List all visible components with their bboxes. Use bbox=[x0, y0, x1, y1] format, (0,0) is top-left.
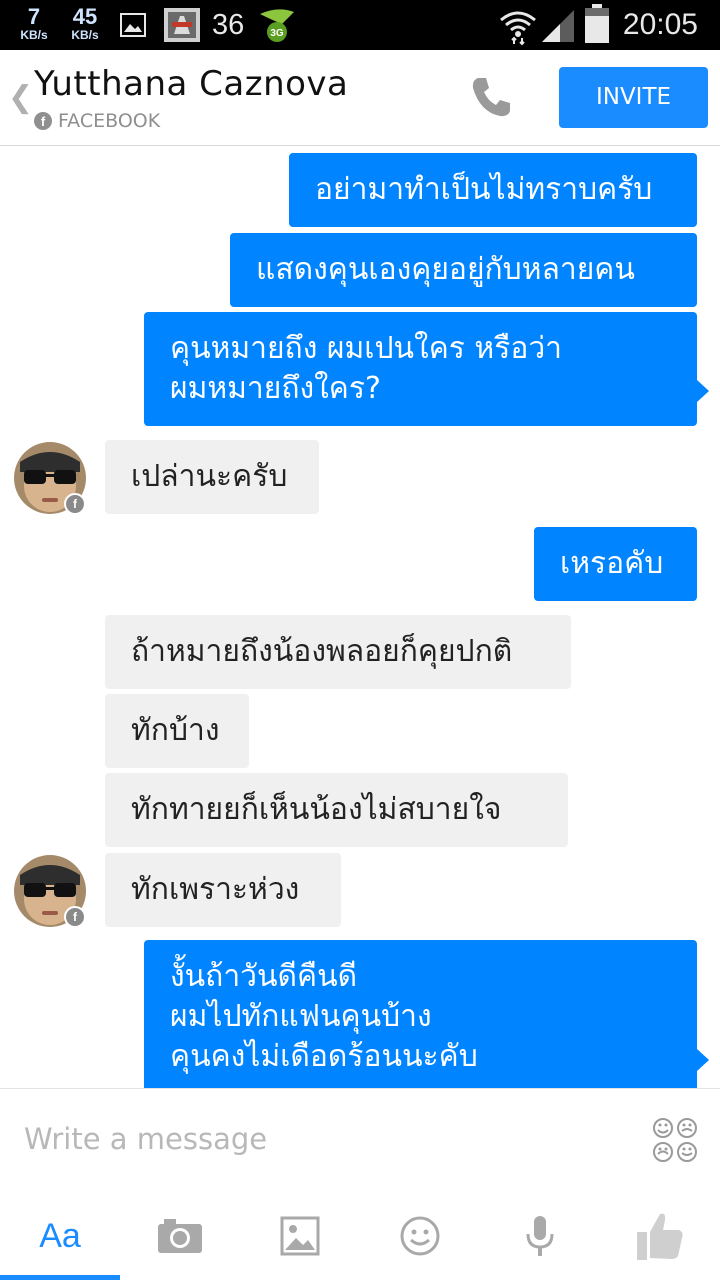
invite-button[interactable]: INVITE bbox=[559, 67, 708, 128]
message-input[interactable] bbox=[24, 1117, 624, 1161]
composer-toolbar: Aa bbox=[0, 1196, 720, 1280]
contact-source-label: FACEBOOK bbox=[58, 110, 161, 132]
notification-count: 36 bbox=[212, 9, 245, 41]
composer bbox=[0, 1088, 720, 1196]
incoming-message[interactable]: ถ้าหมายถึงน้องพลอยก็คุยปกติ bbox=[105, 615, 571, 689]
incoming-message[interactable]: ทักบ้าง bbox=[105, 694, 249, 768]
message-list[interactable]: อย่ามาทำเป็นไม่ทราบครับ แสดงคุนเองคุยอยู… bbox=[0, 146, 720, 1088]
emoji-button[interactable] bbox=[360, 1196, 480, 1276]
like-button[interactable] bbox=[600, 1196, 720, 1276]
bubble-tail bbox=[697, 380, 709, 402]
text-tab[interactable]: Aa bbox=[0, 1196, 120, 1276]
camera-button[interactable] bbox=[120, 1196, 240, 1276]
gallery-button[interactable] bbox=[240, 1196, 360, 1276]
wifi-icon bbox=[500, 11, 536, 46]
active-tab-indicator bbox=[0, 1275, 120, 1280]
camera-icon bbox=[158, 1219, 202, 1253]
download-speed: 7 KB/s bbox=[14, 4, 54, 42]
svg-text:3G: 3G bbox=[270, 28, 284, 39]
text-tab-label: Aa bbox=[39, 1216, 81, 1255]
microphone-icon bbox=[526, 1216, 554, 1256]
gallery-icon bbox=[280, 1216, 320, 1256]
outgoing-message[interactable]: งั้นถ้าวันดีคืนดี ผมไปทักแฟนคุนบ้าง คุนค… bbox=[144, 940, 697, 1088]
3g-icon: 3G bbox=[260, 9, 294, 42]
outgoing-message[interactable]: แสดงคุนเองคุยอยู่กับหลายคน bbox=[230, 233, 697, 307]
facebook-badge-icon: f bbox=[64, 906, 86, 928]
emoji-icon bbox=[400, 1216, 440, 1256]
clock: 20:05 bbox=[622, 8, 698, 41]
facebook-icon: f bbox=[34, 112, 52, 130]
image-icon bbox=[120, 13, 146, 37]
like-icon bbox=[637, 1213, 683, 1260]
microphone-button[interactable] bbox=[480, 1196, 600, 1276]
download-speed-unit: KB/s bbox=[20, 28, 48, 42]
battery-icon bbox=[585, 4, 609, 43]
incoming-message[interactable]: ทักเพราะห่วง bbox=[105, 853, 341, 927]
outgoing-message[interactable]: เหรอคับ bbox=[534, 527, 697, 601]
outgoing-message[interactable]: คุนหมายถึง ผมเปนใคร หรือว่า ผมหมายถึงใคร… bbox=[144, 312, 697, 426]
outgoing-message[interactable]: อย่ามาทำเป็นไม่ทราบครับ bbox=[289, 153, 697, 227]
upload-speed-unit: KB/s bbox=[71, 28, 99, 42]
sticker-icon[interactable] bbox=[652, 1117, 698, 1163]
download-speed-value: 7 bbox=[27, 4, 41, 29]
phone-call-icon[interactable] bbox=[468, 74, 514, 120]
upload-speed: 45 KB/s bbox=[64, 4, 106, 42]
signal-icon bbox=[542, 10, 574, 42]
app-notification-icon bbox=[164, 8, 200, 42]
bubble-tail bbox=[697, 1049, 709, 1071]
incoming-message[interactable]: ทักทายยก็เห็นน้องไม่สบายใจ bbox=[105, 773, 568, 847]
facebook-badge-icon: f bbox=[64, 493, 86, 515]
incoming-message[interactable]: เปล่านะครับ bbox=[105, 440, 319, 514]
upload-speed-value: 45 bbox=[72, 4, 98, 29]
contact-source: f FACEBOOK bbox=[34, 110, 160, 132]
status-bar: 7 KB/s 45 KB/s 36 3G 20:05 bbox=[0, 0, 720, 50]
back-chevron-icon[interactable]: ❮ bbox=[8, 80, 33, 115]
contact-name: Yutthana Caznova bbox=[34, 64, 349, 104]
conversation-header: ❮ Yutthana Caznova f FACEBOOK INVITE bbox=[0, 50, 720, 146]
